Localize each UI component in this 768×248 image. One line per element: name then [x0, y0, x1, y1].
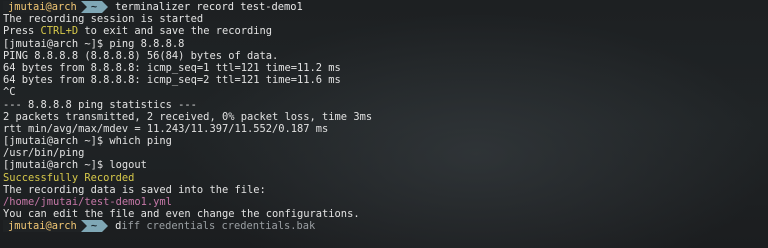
prompt: jmutai@arch ~ — [3, 1, 109, 14]
output-line: [jmutai@arch ~]$ ping 8.8.8.8 — [3, 37, 185, 50]
prompt-user-host: jmutai@arch — [3, 220, 81, 233]
output-line: rtt min/avg/max/mdev = 11.243/11.397/11.… — [3, 122, 329, 135]
output-line: The recording data is saved into the fil… — [3, 183, 266, 196]
terminal-window[interactable]: jmutai@arch ~ terminalizer record test-d… — [0, 0, 768, 248]
prompt-user-host: jmutai@arch — [3, 1, 81, 14]
prompt-path: ~ — [86, 1, 103, 14]
key-hint: CTRL+D — [40, 25, 79, 38]
output-line: PING 8.8.8.8 (8.8.8.8) 56(84) bytes of d… — [3, 49, 279, 62]
output-line: [jmutai@arch ~]$ which ping — [3, 135, 172, 148]
command-input[interactable]: diff credentials credentials.bak — [108, 220, 315, 232]
output-line-press: Press CTRL+D to exit and save the record… — [0, 25, 768, 37]
output-line: The recording session is started — [3, 13, 204, 26]
output-text: Press — [3, 25, 41, 38]
output-line: /usr/bin/ping — [3, 147, 85, 160]
prompt-line-1: jmutai@arch ~ terminalizer record test-d… — [0, 1, 768, 14]
output-text: to exit and save the recording — [78, 25, 273, 38]
file-path: /home/jmutai/test-demo1.yml — [3, 196, 172, 208]
command-text: terminalizer record test-demo1 — [115, 1, 303, 13]
prompt: jmutai@arch ~ — [3, 220, 109, 233]
output-line: 2 packets transmitted, 2 received, 0% pa… — [3, 110, 373, 123]
autosuggestion-text: iff credentials credentials.bak — [121, 220, 316, 233]
success-message: Successfully Recorded — [3, 171, 135, 184]
output-line: --- 8.8.8.8 ping statistics --- — [3, 98, 197, 111]
output-line: 64 bytes from 8.8.8.8: icmp_seq=1 ttl=12… — [3, 61, 341, 74]
prompt-line-2[interactable]: jmutai@arch ~ diff credentials credentia… — [0, 220, 768, 233]
output-line: You can edit the file and even change th… — [3, 208, 360, 221]
output-line: [jmutai@arch ~]$ logout — [3, 159, 147, 172]
output-line: ^C — [3, 86, 16, 99]
output-line: 64 bytes from 8.8.8.8: icmp_seq=2 ttl=12… — [3, 74, 341, 87]
prompt-path: ~ — [86, 220, 103, 233]
